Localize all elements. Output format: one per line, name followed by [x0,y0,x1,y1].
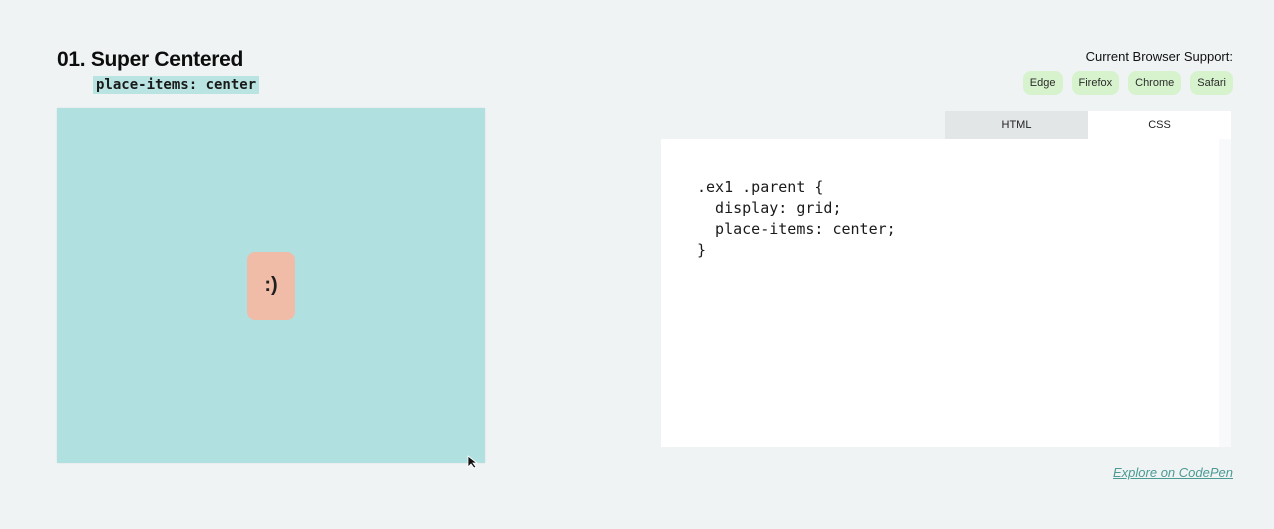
demo-parent-box[interactable]: :) [57,108,485,463]
code-box: .ex1 .parent { display: grid; place-item… [661,139,1231,447]
browser-badge-safari: Safari [1190,71,1233,95]
css-code: .ex1 .parent { display: grid; place-item… [697,178,896,259]
section-subtitle-code: place-items: center [93,76,260,94]
browser-support-label: Current Browser Support: [1085,49,1233,64]
browser-badges: Edge Firefox Chrome Safari [1022,71,1233,95]
browser-badge-chrome: Chrome [1128,71,1182,95]
codepen-link[interactable]: Explore on CodePen [1113,465,1233,480]
browser-badge-edge: Edge [1022,71,1063,95]
tab-html[interactable]: HTML [945,111,1088,139]
section-title: 01. Super Centered [57,48,243,71]
section-header: 01. Super Centered place-items: center [57,48,260,94]
code-panel: HTML CSS .ex1 .parent { display: grid; p… [661,111,1231,451]
resize-cursor-icon [467,455,479,469]
browser-support: Current Browser Support: Edge Firefox Ch… [1022,49,1233,95]
demo-child-box: :) [247,251,295,320]
demo-child-text: :) [264,274,278,296]
browser-badge-firefox: Firefox [1071,71,1120,95]
code-tabs: HTML CSS [945,111,1231,139]
tab-css[interactable]: CSS [1088,111,1231,139]
